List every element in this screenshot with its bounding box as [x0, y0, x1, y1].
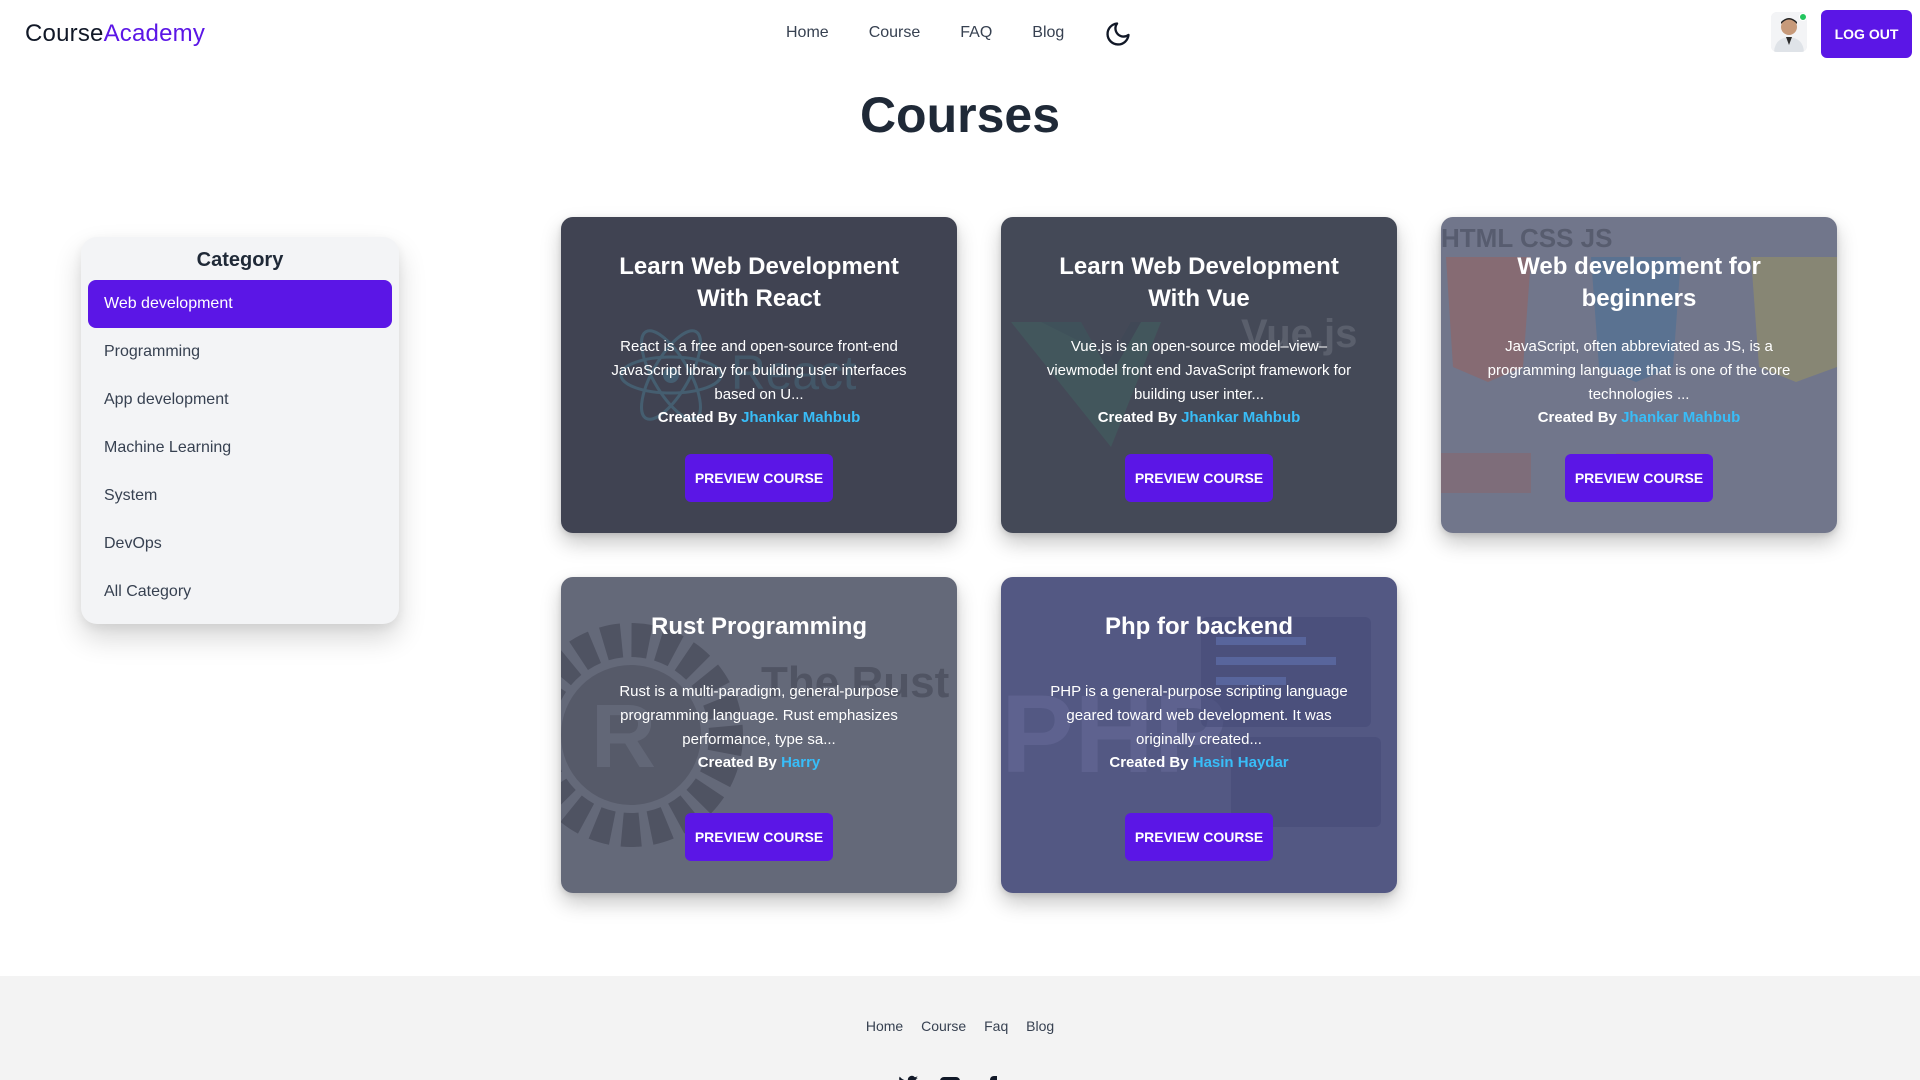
- category-item-all[interactable]: All Category: [88, 568, 392, 616]
- preview-course-button[interactable]: PREVIEW COURSE: [685, 813, 833, 861]
- course-card-vue: Vue.js Learn Web Development With Vue Vu…: [1001, 217, 1397, 533]
- footer-link-home[interactable]: Home: [866, 1018, 903, 1034]
- created-by-label: Created By: [1109, 754, 1189, 771]
- category-item-programming[interactable]: Programming: [88, 328, 392, 376]
- category-item-web-development[interactable]: Web development: [88, 280, 392, 328]
- footer-links: Home Course Faq Blog: [0, 1018, 1920, 1034]
- youtube-icon[interactable]: [938, 1072, 962, 1080]
- category-item-machine-learning[interactable]: Machine Learning: [88, 424, 392, 472]
- course-title: Php for backend: [1104, 613, 1294, 640]
- category-list: Web development Programming App developm…: [88, 280, 392, 616]
- course-card-web-beginners: HTML CSS JS Web development for beginner…: [1441, 217, 1837, 533]
- course-title: Learn Web Development With React: [619, 253, 899, 312]
- footer: Home Course Faq Blog: [0, 976, 1920, 1080]
- author-link[interactable]: Jhankar Mahbub: [741, 409, 860, 426]
- course-description: React is a free and open-source front-en…: [611, 338, 907, 403]
- course-card-react: React Learn Web Development With React R…: [561, 217, 957, 533]
- preview-course-button[interactable]: PREVIEW COURSE: [685, 454, 833, 502]
- footer-link-faq[interactable]: Faq: [984, 1018, 1008, 1034]
- course-title: Rust Programming: [650, 613, 868, 640]
- social-icons: [896, 1072, 1004, 1080]
- course-creator: Created By Jhankar Mahbub: [1001, 409, 1397, 426]
- online-status-dot: [1799, 13, 1807, 21]
- brand-part2: Academy: [103, 20, 206, 47]
- course-card-php: PHP Php for backend PHP is a general-pur…: [1001, 577, 1397, 893]
- course-description: PHP is a general-purpose scripting langu…: [1050, 683, 1348, 748]
- nav-link-blog[interactable]: Blog: [1032, 24, 1064, 42]
- course-creator: Created By Jhankar Mahbub: [1441, 409, 1837, 426]
- course-creator: Created By Harry: [561, 754, 957, 771]
- created-by-label: Created By: [1097, 409, 1177, 426]
- brand-logo[interactable]: CourseAcademy: [25, 20, 205, 48]
- twitter-icon[interactable]: [896, 1072, 920, 1080]
- nav-links: Home Course FAQ Blog: [786, 24, 1104, 42]
- author-link[interactable]: Harry: [781, 754, 820, 771]
- navbar: CourseAcademy Home Course FAQ Blog LOG O…: [0, 0, 1920, 70]
- category-sidebar: Category Web development Programming App…: [81, 237, 399, 624]
- page-title: Courses: [859, 87, 1061, 143]
- course-creator: Created By Jhankar Mahbub: [561, 409, 957, 426]
- footer-link-blog[interactable]: Blog: [1026, 1018, 1054, 1034]
- course-card-rust: R The Rust Programming Language Rust Pro…: [561, 577, 957, 893]
- course-description: Rust is a multi-paradigm, general-purpos…: [619, 683, 899, 748]
- nav-link-home[interactable]: Home: [786, 24, 829, 42]
- brand-part1: Course: [25, 20, 104, 47]
- sidebar-title: Category: [196, 249, 284, 271]
- course-title: Web development for beginners: [1517, 253, 1761, 312]
- preview-course-button[interactable]: PREVIEW COURSE: [1125, 454, 1273, 502]
- facebook-icon[interactable]: [980, 1072, 1004, 1080]
- author-link[interactable]: Hasin Haydar: [1193, 754, 1289, 771]
- nav-link-course[interactable]: Course: [869, 24, 921, 42]
- moon-icon[interactable]: [1104, 20, 1132, 48]
- category-item-system[interactable]: System: [88, 472, 392, 520]
- nav-link-faq[interactable]: FAQ: [960, 24, 992, 42]
- course-creator: Created By Hasin Haydar: [1001, 754, 1397, 771]
- preview-course-button[interactable]: PREVIEW COURSE: [1125, 813, 1273, 861]
- author-link[interactable]: Jhankar Mahbub: [1621, 409, 1740, 426]
- created-by-label: Created By: [697, 754, 777, 771]
- created-by-label: Created By: [1537, 409, 1617, 426]
- footer-link-course[interactable]: Course: [921, 1018, 966, 1034]
- course-title: Learn Web Development With Vue: [1059, 253, 1339, 312]
- category-item-app-development[interactable]: App development: [88, 376, 392, 424]
- preview-course-button[interactable]: PREVIEW COURSE: [1565, 454, 1713, 502]
- logout-button[interactable]: LOG OUT: [1821, 10, 1912, 58]
- course-description: JavaScript, often abbreviated as JS, is …: [1487, 338, 1791, 403]
- created-by-label: Created By: [657, 409, 737, 426]
- category-item-devops[interactable]: DevOps: [88, 520, 392, 568]
- author-link[interactable]: Jhankar Mahbub: [1181, 409, 1300, 426]
- course-description: Vue.js is an open-source model–view–view…: [1046, 338, 1352, 403]
